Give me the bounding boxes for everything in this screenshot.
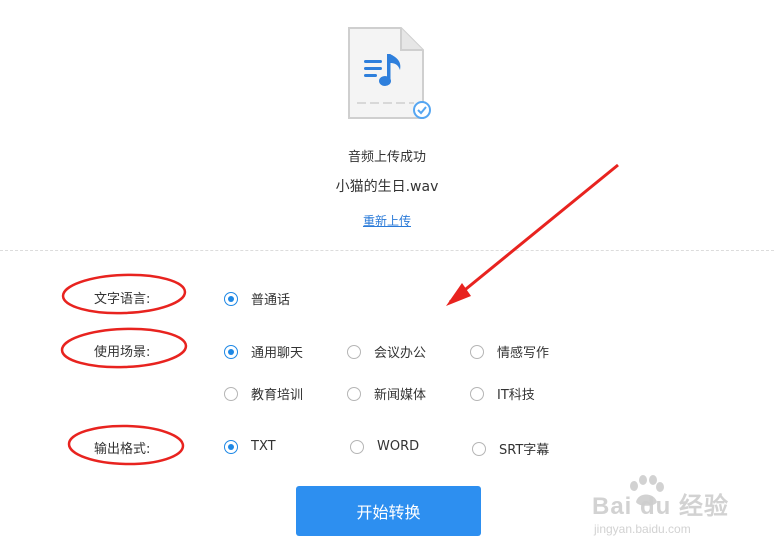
radio-label: 通用聊天 bbox=[251, 346, 304, 361]
radio-circle bbox=[347, 386, 361, 401]
reupload-link[interactable]: 重新上传 bbox=[363, 214, 411, 228]
check-circle-icon bbox=[413, 101, 431, 119]
radio-circle bbox=[470, 386, 484, 401]
radio-circle bbox=[224, 291, 238, 306]
radio-scene-it-tech[interactable]: IT科技 bbox=[470, 384, 535, 403]
radio-circle bbox=[350, 439, 364, 454]
radio-label: TXT bbox=[251, 439, 276, 454]
radio-circle bbox=[470, 344, 484, 359]
radio-scene-meeting[interactable]: 会议办公 bbox=[347, 342, 426, 361]
file-name: 小猫的生日.wav bbox=[335, 179, 439, 195]
start-convert-button[interactable]: 开始转换 bbox=[296, 486, 481, 536]
radio-label: 教育培训 bbox=[251, 388, 304, 403]
radio-format-word[interactable]: WORD bbox=[350, 439, 419, 454]
radio-circle bbox=[472, 441, 486, 456]
scene-label: 使用场景: bbox=[94, 345, 151, 360]
radio-scene-emotional-writing[interactable]: 情感写作 bbox=[470, 342, 549, 361]
radio-label: SRT字幕 bbox=[499, 443, 550, 458]
radio-label: WORD bbox=[377, 439, 420, 454]
radio-circle bbox=[224, 344, 238, 359]
radio-circle bbox=[347, 344, 361, 359]
radio-circle bbox=[224, 439, 238, 454]
radio-circle bbox=[224, 386, 238, 401]
radio-label: 新闻媒体 bbox=[374, 388, 427, 403]
language-label: 文字语言: bbox=[94, 292, 151, 307]
audio-file-icon bbox=[348, 27, 431, 119]
watermark-url: jingyan.baidu.com bbox=[594, 522, 691, 536]
watermark-brand: Bai du 经验 bbox=[592, 493, 730, 520]
upload-status-text: 音频上传成功 bbox=[347, 150, 426, 165]
radio-scene-news-media[interactable]: 新闻媒体 bbox=[347, 384, 426, 403]
radio-label: 情感写作 bbox=[497, 346, 550, 361]
radio-label: 会议办公 bbox=[374, 346, 427, 361]
divider bbox=[0, 250, 774, 251]
radio-format-srt[interactable]: SRT字幕 bbox=[472, 439, 549, 458]
radio-scene-education[interactable]: 教育培训 bbox=[224, 384, 303, 403]
radio-label: IT科技 bbox=[497, 388, 535, 403]
radio-format-txt[interactable]: TXT bbox=[224, 439, 276, 454]
baidu-watermark: Bai du 经验 jingyan.baidu.com bbox=[588, 470, 768, 550]
radio-language-mandarin[interactable]: 普通话 bbox=[224, 289, 290, 308]
red-arrowhead bbox=[446, 283, 471, 306]
radio-label: 普通话 bbox=[251, 293, 291, 308]
format-label: 输出格式: bbox=[94, 442, 151, 457]
radio-scene-general-chat[interactable]: 通用聊天 bbox=[224, 342, 303, 361]
paw-icon bbox=[630, 475, 664, 506]
